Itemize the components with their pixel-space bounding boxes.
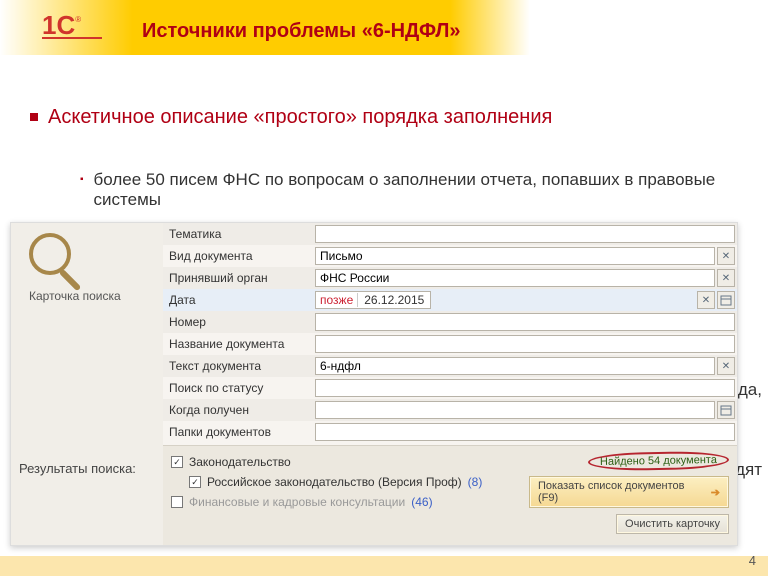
fields-area: Тематика Вид документа ✕ Принявший орган ✕ Да…: [163, 223, 737, 445]
footer-band: [0, 556, 768, 576]
bullet-icon: [30, 113, 38, 121]
field-label: Дата: [169, 293, 315, 307]
text-input[interactable]: [315, 401, 715, 419]
checkbox-count: (46): [411, 495, 432, 509]
field-label: Текст документа: [169, 359, 315, 373]
clear-card-button[interactable]: Очистить карточку: [616, 514, 729, 534]
bullet-level-2: ▪ более 50 писем ФНС по вопросам о запол…: [80, 170, 730, 210]
show-documents-label: Показать список документов (F9): [538, 480, 705, 504]
field-row: Папки документов: [163, 421, 737, 443]
results-title-block: Результаты поиска:: [11, 455, 163, 545]
calendar-icon[interactable]: [717, 401, 735, 419]
field-row: Поиск по статусу: [163, 377, 737, 399]
field-row: Текст документа ✕: [163, 355, 737, 377]
logo-1c: 1C®: [42, 12, 102, 48]
field-label: Номер: [169, 315, 315, 329]
calendar-icon[interactable]: [717, 291, 735, 309]
magnifier-icon: [23, 231, 83, 291]
text-input[interactable]: [315, 379, 735, 397]
field-label: Папки документов: [169, 425, 315, 439]
checkbox-label: Финансовые и кадровые консультации: [189, 495, 405, 509]
clear-field-icon[interactable]: ✕: [717, 247, 735, 265]
clear-field-icon[interactable]: ✕: [717, 269, 735, 287]
field-row: Принявший орган ✕: [163, 267, 737, 289]
text-input[interactable]: [315, 357, 715, 375]
field-row: Тематика: [163, 223, 737, 245]
bullet-level-1: Аскетичное описание «простого» порядка з…: [30, 105, 710, 129]
checkbox-icon[interactable]: ✓: [189, 476, 201, 488]
field-label: Когда получен: [169, 403, 315, 417]
clear-field-icon[interactable]: ✕: [717, 357, 735, 375]
text-input[interactable]: [315, 335, 735, 353]
page-number: 4: [749, 553, 756, 568]
text-input[interactable]: [315, 423, 735, 441]
date-value: 26.12.2015: [358, 293, 430, 307]
slide-title: Источники проблемы «6-НДФЛ»: [142, 20, 461, 43]
bullet-text-1: Аскетичное описание «простого» порядка з…: [48, 105, 552, 129]
field-label: Тематика: [169, 227, 315, 241]
text-input[interactable]: [315, 225, 735, 243]
text-input[interactable]: [315, 269, 715, 287]
field-label: Поиск по статусу: [169, 381, 315, 395]
show-documents-button[interactable]: Показать список документов (F9) ➔: [529, 476, 729, 508]
background-text-fragment: да,: [738, 380, 762, 400]
field-label: Вид документа: [169, 249, 315, 263]
action-buttons: Найдено 54 документа Показать список док…: [529, 452, 729, 539]
bullet-text-2: более 50 писем ФНС по вопросам о заполне…: [94, 170, 730, 210]
field-row: Вид документа ✕: [163, 245, 737, 267]
text-input[interactable]: [315, 313, 735, 331]
clear-field-icon[interactable]: ✕: [697, 291, 715, 309]
checkbox-count: (8): [468, 475, 483, 489]
checkbox-icon[interactable]: [171, 496, 183, 508]
bullet-icon: ▪: [80, 174, 84, 210]
field-row: Номер: [163, 311, 737, 333]
field-label: Название документа: [169, 337, 315, 351]
text-input[interactable]: [315, 247, 715, 265]
results-title: Результаты поиска:: [19, 461, 155, 476]
search-card: Карточка поиска Результаты поиска: Темат…: [10, 222, 738, 546]
card-title: Карточка поиска: [29, 289, 155, 303]
found-count-label: Найдено 54 документа: [588, 451, 729, 471]
field-row: Когда получен: [163, 399, 737, 421]
checkbox-icon[interactable]: ✓: [171, 456, 183, 468]
checkbox-label: Законодательство: [189, 455, 291, 469]
field-row: Датапозже26.12.2015✕: [163, 289, 737, 311]
results-area: ✓ Законодательство ✓ Российское законодател…: [163, 445, 737, 545]
clear-card-label: Очистить карточку: [625, 518, 720, 530]
field-row: Название документа: [163, 333, 737, 355]
arrow-right-icon: ➔: [711, 486, 720, 499]
date-prefix: позже: [316, 293, 358, 307]
checkbox-label: Российское законодательство (Версия Проф…: [207, 475, 462, 489]
field-label: Принявший орган: [169, 271, 315, 285]
date-input[interactable]: позже26.12.2015: [315, 291, 697, 309]
left-column: Карточка поиска Результаты поиска:: [11, 223, 163, 545]
